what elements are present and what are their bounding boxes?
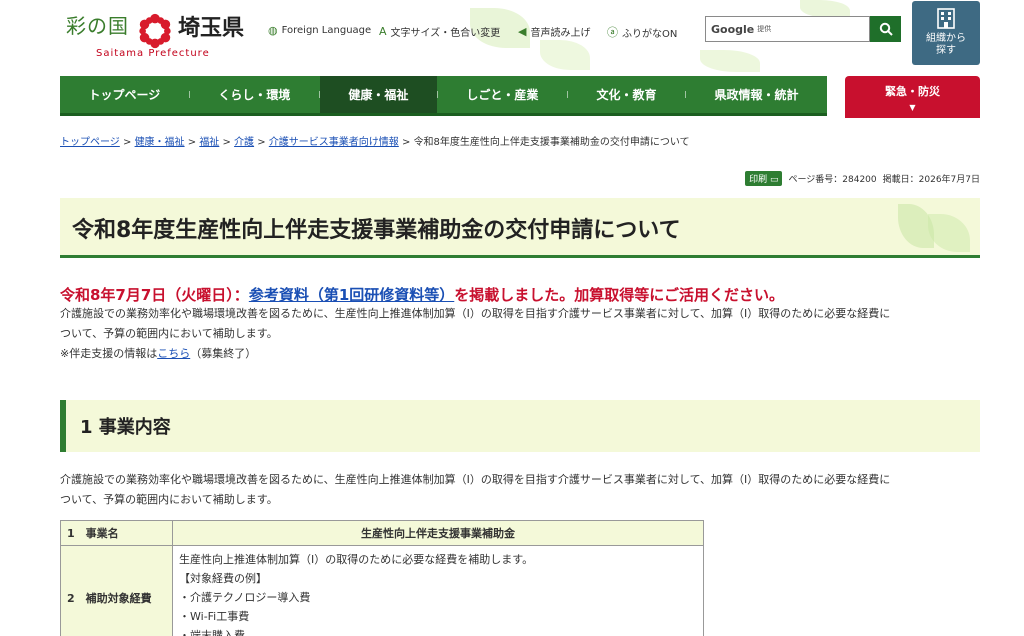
org-search-button[interactable]: 組織から探す xyxy=(912,1,980,65)
foreign-language-link[interactable]: ◍ Foreign Language xyxy=(268,24,371,37)
nav-item-government-stats[interactable]: 県政情報・統計 xyxy=(686,76,827,113)
table-cell: 生産性向上伴走支援事業補助金 xyxy=(172,520,704,546)
search-icon xyxy=(879,22,893,36)
page-meta: 印刷 ▭ ページ番号：284200 掲載日：2026年7月7日 xyxy=(745,171,980,186)
global-nav: トップページ くらし・環境 健康・福祉 しごと・産業 文化・教育 県政情報・統計 xyxy=(60,76,827,116)
page-number: ページ番号：284200 xyxy=(788,175,877,185)
support-info-note: ※伴走支援の情報はこちら（募集終了） xyxy=(60,347,257,360)
breadcrumb: トップページ > 健康・福祉 > 福祉 > 介護 > 介護サービス事業者向け情報… xyxy=(60,137,690,148)
emergency-label: 緊急・防災 xyxy=(885,85,940,98)
nav-item-work-industry[interactable]: しごと・産業 xyxy=(438,76,567,113)
leaf-decoration xyxy=(540,40,590,70)
reference-materials-link[interactable]: 参考資料（第1回研修資料等） xyxy=(249,286,454,304)
saitama-emblem-icon xyxy=(139,13,171,49)
font-size-icon: A xyxy=(379,25,387,38)
read-aloud-link[interactable]: ◀ 音声読み上げ xyxy=(518,24,590,39)
site-search: Google 提供 xyxy=(705,16,901,42)
page-title-block: 令和8年度生産性向上伴走支援事業補助金の交付申請について xyxy=(60,198,980,258)
building-icon xyxy=(937,8,955,29)
logo-english: Saitama Prefecture xyxy=(96,48,210,59)
nav-item-culture-education[interactable]: 文化・教育 xyxy=(568,76,685,113)
table-cell: 生産性向上推進体制加算（Ⅰ）の取得のために必要な経費を補助します。 【対象経費の… xyxy=(172,545,704,636)
nav-item-life-environment[interactable]: くらし・環境 xyxy=(190,76,319,113)
furigana-icon: ⓐ xyxy=(607,26,618,39)
globe-icon: ◍ xyxy=(268,24,278,37)
project-info-table: 1 事業名 生産性向上伴走支援事業補助金 2 補助対象経費 生産性向上推進体制加… xyxy=(60,520,704,636)
chevron-down-icon: ▼ xyxy=(909,103,916,112)
breadcrumb-current: 令和8年度生産性向上伴走支援事業補助金の交付申請について xyxy=(413,137,690,148)
nav-item-health-welfare[interactable]: 健康・福祉 xyxy=(319,76,437,113)
logo-text-sainokuni: 彩の国 xyxy=(66,14,129,38)
breadcrumb-link-welfare[interactable]: 福祉 xyxy=(199,137,219,148)
published-date: 掲載日：2026年7月7日 xyxy=(882,175,980,185)
search-input[interactable]: Google 提供 xyxy=(705,16,870,42)
breadcrumb-link-health-welfare[interactable]: 健康・福祉 xyxy=(135,137,185,148)
leaf-decoration xyxy=(928,214,970,252)
breadcrumb-link-care[interactable]: 介護 xyxy=(234,137,254,148)
section-paragraph: 介護施設での業務効率化や職場環境改善を図るために、生産性向上推進体制加算（Ⅰ）の… xyxy=(60,473,891,506)
table-header-cell: 1 事業名 xyxy=(60,520,173,546)
support-info-link[interactable]: こちら xyxy=(157,347,190,360)
page-title: 令和8年度生産性向上伴走支援事業補助金の交付申請について xyxy=(72,218,681,243)
emergency-disaster-button[interactable]: 緊急・防災 ▼ xyxy=(845,76,980,118)
logo-text-saitama: 埼玉県 xyxy=(178,15,245,41)
leaf-decoration xyxy=(700,50,760,72)
speaker-icon: ◀ xyxy=(518,25,527,38)
intro-paragraph: 介護施設での業務効率化や職場環境改善を図るために、生産性向上推進体制加算（Ⅰ）の… xyxy=(60,304,985,364)
furigana-toggle[interactable]: ⓐ ふりがなON xyxy=(607,24,677,40)
site-header: 彩の国 埼玉県 Saitama Prefecture ◍ Foreign Lan… xyxy=(0,0,1024,76)
breadcrumb-link-top[interactable]: トップページ xyxy=(60,137,120,148)
update-notice: 令和8年7月7日（火曜日）：参考資料（第1回研修資料等）を掲載しました。加算取得… xyxy=(60,286,784,304)
section-heading: 1 事業内容 xyxy=(60,400,980,452)
table-row: 1 事業名 生産性向上伴走支援事業補助金 xyxy=(60,520,704,546)
font-size-color-link[interactable]: A 文字サイズ・色合い変更 xyxy=(379,24,500,39)
breadcrumb-link-care-providers[interactable]: 介護サービス事業者向け情報 xyxy=(269,137,399,148)
table-header-cell: 2 補助対象経費 xyxy=(60,545,173,636)
org-search-label: 組織から探す xyxy=(926,33,966,56)
site-logo[interactable]: 彩の国 埼玉県 Saitama Prefecture xyxy=(66,10,256,62)
nav-item-top[interactable]: トップページ xyxy=(60,76,189,113)
print-button[interactable]: 印刷 ▭ xyxy=(745,171,783,186)
table-row: 2 補助対象経費 生産性向上推進体制加算（Ⅰ）の取得のために必要な経費を補助しま… xyxy=(60,545,704,636)
search-button[interactable] xyxy=(870,16,901,42)
